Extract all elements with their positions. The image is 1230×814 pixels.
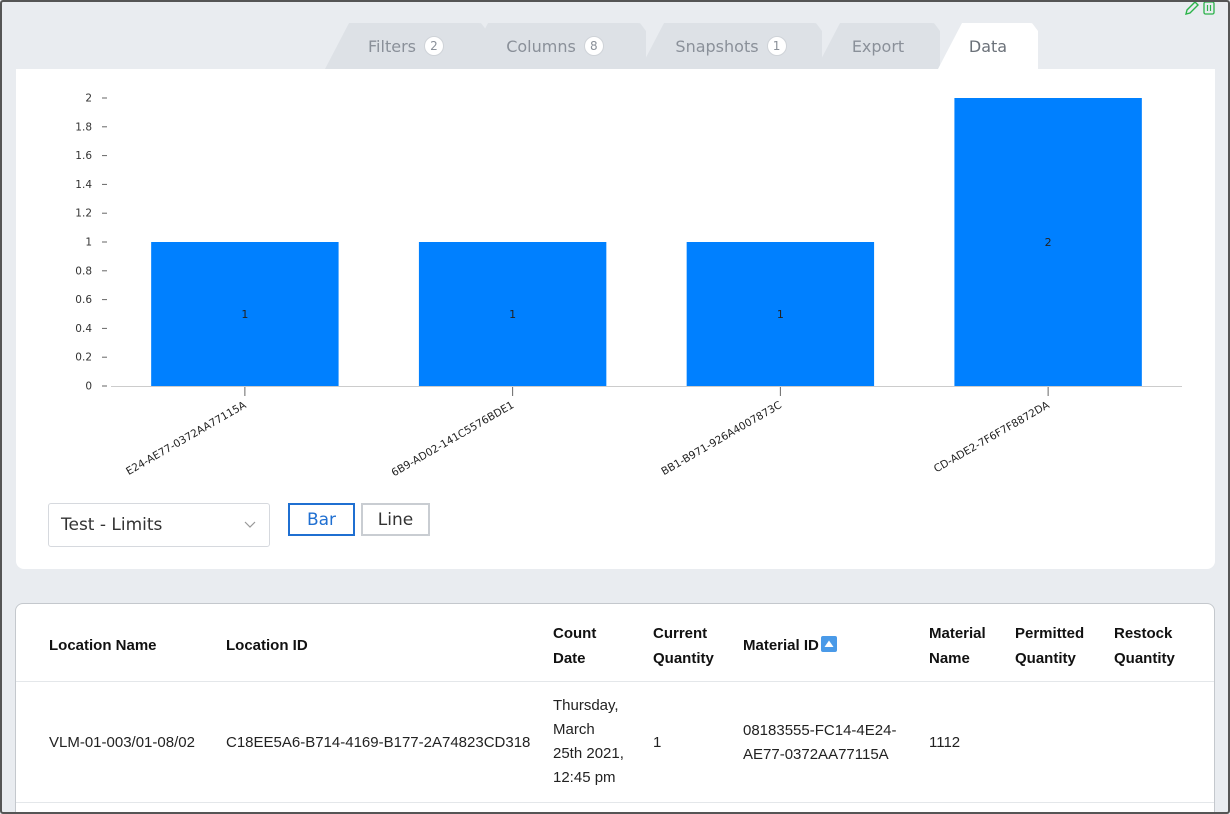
pencil-icon[interactable] [1184, 0, 1200, 16]
tab-snapshots-label: Snapshots [675, 36, 759, 56]
top-icons [1184, 0, 1216, 16]
x-tick-label-group: 6B9-AD02-141C5576BDE1 [390, 399, 517, 479]
line-toggle-label: Line [377, 509, 414, 530]
y-tick-label: 1.8 [75, 121, 92, 133]
y-tick-label: 2 [85, 93, 92, 105]
chevron-down-icon [244, 521, 256, 528]
line-toggle-button[interactable]: Line [361, 503, 430, 536]
y-tick-label: 1.6 [75, 150, 92, 162]
bar-value-label: 2 [1045, 236, 1052, 249]
y-tick-label: 1.2 [75, 208, 92, 220]
tab-data[interactable]: Data [938, 23, 1038, 69]
header-material-id-label: Material ID [743, 637, 819, 654]
y-tick-label: 1 [85, 237, 92, 249]
cell-material-id-line1: 08183555-FC14-4E24- [743, 722, 897, 739]
tab-columns-badge: 8 [584, 36, 604, 56]
cell-count-date-line1: Thursday, [553, 697, 619, 714]
tab-bar: Filters 2 Columns 8 Snapshots 1 Export D… [516, 23, 1216, 69]
cell-count-date: Thursday, March 25th 2021, 12:45 pm [553, 694, 624, 790]
header-material-id[interactable]: Material ID [743, 633, 837, 658]
cell-material-name: 1112 [929, 734, 961, 751]
y-tick-label: 0.4 [75, 323, 92, 335]
header-permitted-quantity-line1: Permitted [1015, 625, 1085, 642]
data-table: Location Name Location ID Count Date Cur… [15, 603, 1215, 814]
header-restock-quantity-line1: Restock [1114, 625, 1173, 642]
tab-columns-label: Columns [506, 36, 576, 56]
bar-value-label: 1 [777, 308, 784, 321]
bar-value-label: 1 [509, 308, 516, 321]
tab-filters[interactable]: Filters 2 [325, 23, 487, 69]
tab-snapshots-badge: 1 [767, 36, 787, 56]
cell-count-date-line4: 12:45 pm [553, 769, 616, 786]
cell-material-id-line2: AE77-0372AA77115A [743, 746, 889, 763]
x-tick-label-group: E24-AE77-0372AA77115A [124, 399, 249, 478]
cell-count-date-line3: 25th 2021, [553, 745, 624, 762]
select-value: Test - Limits [61, 515, 163, 535]
tab-filters-label: Filters [368, 36, 416, 56]
cell-location-id: C18EE5A6-B714-4169-B177-2A74823CD318 [226, 734, 531, 751]
chart-card: 0 0.2 0.4 0.6 0.8 1 1.2 1.4 1.6 1.8 2 1 E24-AE77-037… [16, 69, 1215, 569]
header-restock-quantity[interactable]: Restock Quantity [1114, 621, 1175, 671]
y-tick-label: 1.4 [75, 179, 92, 191]
header-count-date-line2: Date [553, 650, 586, 667]
x-tick-label: E24-AE77-0372AA77115A [124, 399, 249, 478]
y-tick-label: 0.6 [75, 294, 92, 306]
header-current-quantity-line2: Quantity [653, 650, 714, 667]
cell-location-name: VLM-01-003/01-08/02 [49, 734, 195, 751]
header-location-id[interactable]: Location ID [226, 633, 308, 658]
header-permitted-quantity-line2: Quantity [1015, 650, 1076, 667]
y-tick-label: 0 [85, 381, 92, 393]
bar-chart: 0 0.2 0.4 0.6 0.8 1 1.2 1.4 1.6 1.8 2 1 E24-AE77-037… [75, 93, 1182, 479]
x-tick-label-group: BB1-B971-926A4007873C [659, 399, 784, 478]
bar-toggle-label: Bar [306, 509, 337, 530]
cell-material-id: 08183555-FC14-4E24- AE77-0372AA77115A [743, 719, 896, 767]
tab-data-label: Data [968, 36, 1008, 56]
row-divider [16, 802, 1214, 803]
tab-export[interactable]: Export [816, 23, 940, 69]
y-tick-label: 0.2 [75, 352, 92, 364]
header-material-name-line1: Material [929, 625, 986, 642]
cell-count-date-line2: March [553, 721, 595, 738]
header-permitted-quantity[interactable]: Permitted Quantity [1015, 621, 1084, 671]
tab-export-label: Export [851, 36, 905, 56]
trash-icon[interactable] [1202, 0, 1216, 16]
header-material-name[interactable]: Material Name [929, 621, 986, 671]
tab-snapshots[interactable]: Snapshots 1 [640, 23, 822, 69]
header-current-quantity[interactable]: Current Quantity [653, 621, 714, 671]
header-material-name-line2: Name [929, 650, 970, 667]
header-count-date-line1: Count [553, 625, 597, 642]
x-tick-label-group: CD-ADE2-7F6F7F8872DA [932, 399, 1052, 475]
x-tick-label: BB1-B971-926A4007873C [659, 399, 784, 478]
x-tick-label: CD-ADE2-7F6F7F8872DA [932, 399, 1052, 475]
tab-filters-badge: 2 [424, 36, 444, 56]
header-restock-quantity-line2: Quantity [1114, 650, 1175, 667]
header-divider [16, 681, 1214, 682]
cell-current-quantity: 1 [653, 734, 662, 751]
header-count-date[interactable]: Count Date [553, 621, 596, 671]
header-location-name[interactable]: Location Name [49, 633, 157, 658]
sort-ascending-icon[interactable] [820, 636, 837, 652]
header-current-quantity-line1: Current [653, 625, 708, 642]
bar-value-label: 1 [241, 308, 248, 321]
y-tick-label: 0.8 [75, 265, 92, 277]
chart-series-select[interactable]: Test - Limits [48, 503, 270, 547]
bar-toggle-button[interactable]: Bar [288, 503, 355, 536]
x-tick-label: 6B9-AD02-141C5576BDE1 [390, 399, 517, 479]
tab-columns[interactable]: Columns 8 [464, 23, 646, 69]
